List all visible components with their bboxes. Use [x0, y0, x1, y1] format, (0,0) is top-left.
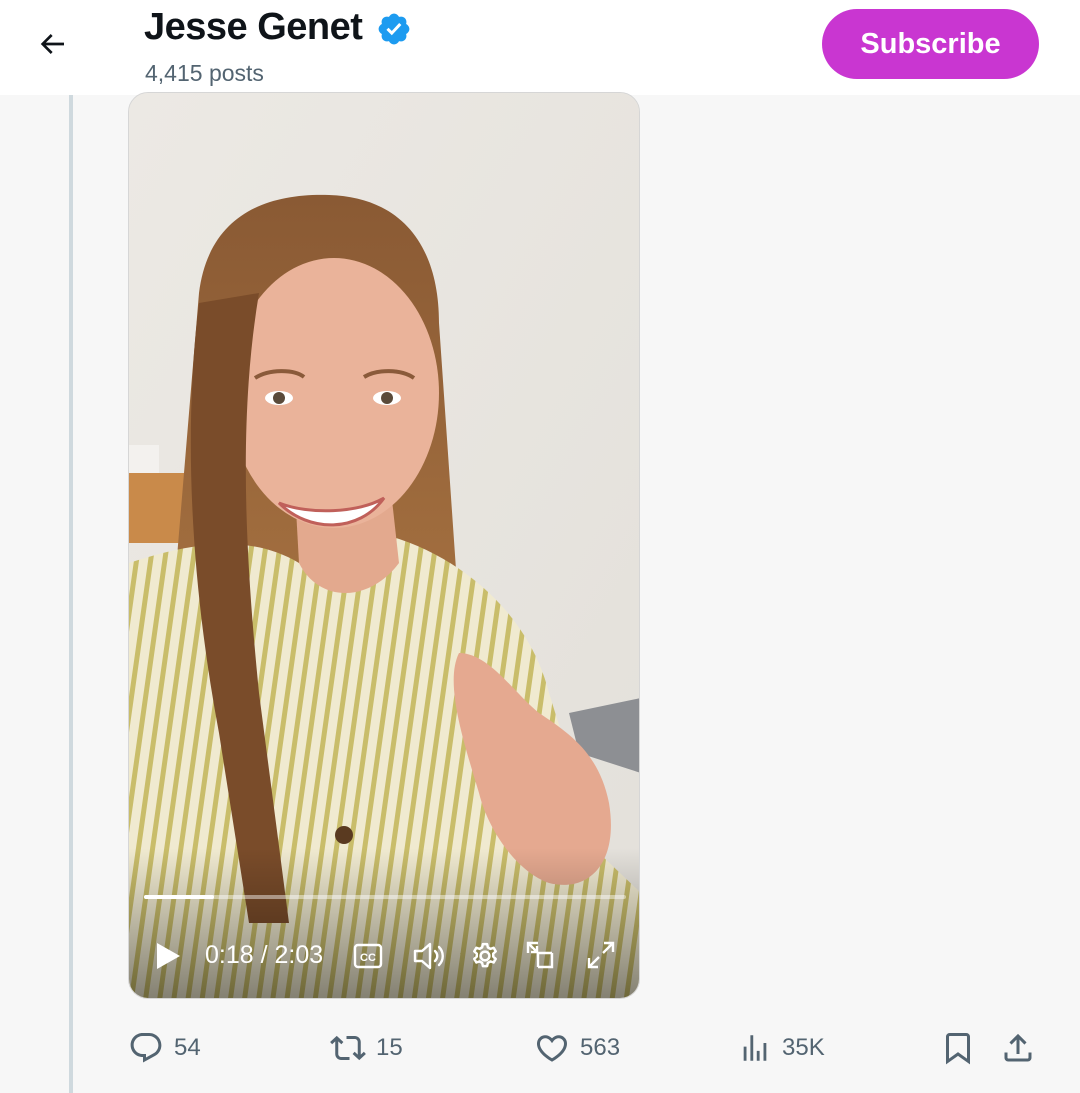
repost-icon — [330, 1035, 366, 1061]
subscribe-button[interactable]: Subscribe — [822, 9, 1039, 79]
back-arrow-icon — [40, 34, 64, 54]
video-progress-bar[interactable] — [144, 895, 626, 899]
reply-count: 54 — [174, 1034, 201, 1061]
profile-header: Jesse Genet 4,415 posts Subscribe — [0, 0, 1080, 95]
play-button[interactable] — [147, 935, 189, 977]
play-icon — [157, 943, 180, 969]
reply-button[interactable]: 54 — [128, 1020, 201, 1076]
settings-icon — [473, 942, 497, 968]
post-action-bar: 54 15 563 35K — [0, 1020, 1080, 1076]
profile-name: Jesse Genet — [144, 6, 363, 48]
share-icon — [1004, 1033, 1032, 1062]
views-icon — [743, 1035, 767, 1061]
like-count: 563 — [580, 1034, 621, 1061]
like-button[interactable]: 563 — [534, 1020, 620, 1076]
repost-count: 15 — [376, 1034, 403, 1061]
video-progress-fill — [144, 895, 215, 899]
fullscreen-button[interactable] — [581, 936, 621, 974]
post-count: 4,415 posts — [145, 60, 264, 86]
repost-button[interactable]: 15 — [330, 1020, 403, 1076]
thread-line — [69, 95, 73, 1093]
reply-icon — [130, 1033, 162, 1063]
pip-icon — [526, 941, 554, 969]
verified-badge-icon — [378, 13, 410, 45]
volume-button[interactable] — [407, 938, 451, 974]
controls-overlay — [129, 848, 639, 998]
view-count: 35K — [782, 1034, 825, 1061]
like-icon — [536, 1035, 568, 1062]
captions-button[interactable]: CC — [347, 940, 389, 972]
volume-icon — [413, 942, 444, 970]
share-button[interactable] — [1000, 1020, 1036, 1076]
video-time: 0:18 / 2:03 — [205, 941, 324, 969]
views-button[interactable]: 35K — [738, 1020, 825, 1076]
fullscreen-icon — [587, 941, 615, 969]
bookmark-icon — [946, 1033, 970, 1065]
captions-icon: CC — [353, 943, 383, 969]
settings-button[interactable] — [465, 938, 505, 974]
back-button[interactable] — [28, 22, 76, 66]
picture-in-picture-button[interactable] — [519, 936, 561, 974]
bookmark-button[interactable] — [940, 1020, 976, 1076]
svg-text:CC: CC — [360, 952, 376, 964]
video-player[interactable]: 0:18 / 2:03 CC — [128, 92, 640, 999]
